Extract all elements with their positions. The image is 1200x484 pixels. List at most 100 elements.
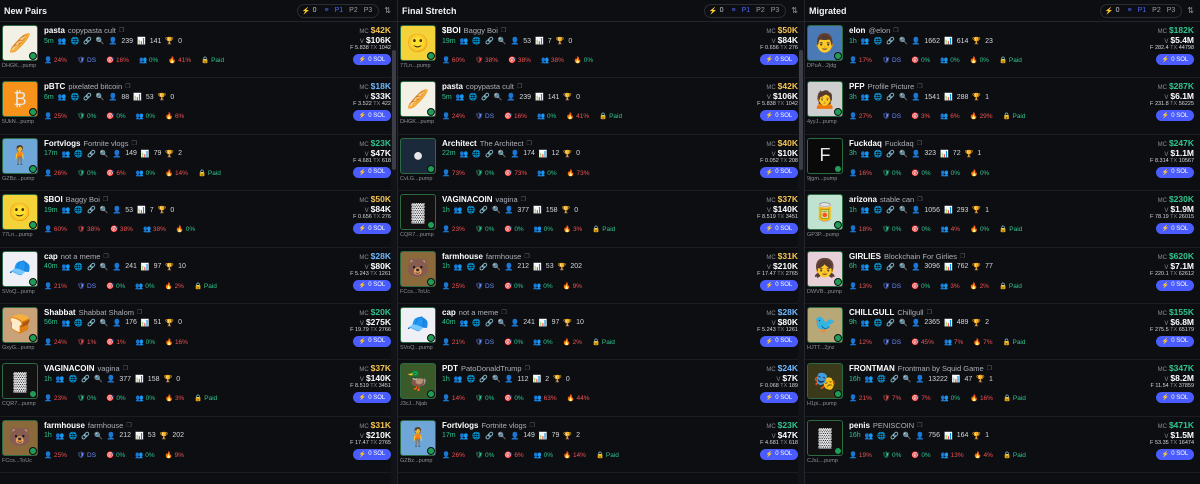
copy-icon[interactable]: ❐ [137,309,142,316]
sort-icon[interactable]: ⇅ [384,6,391,15]
search-icon[interactable]: 🔍 [100,319,109,327]
search-icon[interactable]: 🔍 [903,432,912,440]
globe-icon[interactable]: 🌐 [472,150,481,158]
token-card[interactable]: 🐦 HJTT...2jnz CHILLGULL Chillgull ❐ 9h 👥 🌐 🔗 🔍 👤 23… [805,304,1200,361]
globe-icon[interactable]: 🌐 [70,93,79,101]
quick-buy-button[interactable]: ⚡ 0 SOL [760,166,798,178]
token-card[interactable]: 🥖 DHGK...pump pasta copypasta cult ❐ 5m 👥 🌐 🔗 🔍 👤 2… [398,78,804,135]
token-address[interactable]: GP3P...pump [807,232,851,238]
link-icon[interactable]: 🔗 [485,150,494,158]
preset-p1[interactable]: P1 [740,7,753,14]
filter-icon[interactable]: ≡ [1128,7,1132,14]
copy-icon[interactable]: ❐ [521,196,526,203]
search-icon[interactable]: 🔍 [96,93,105,101]
copy-icon[interactable]: ❐ [119,27,124,34]
preset-p2[interactable]: P2 [754,7,767,14]
copy-icon[interactable]: ❐ [529,422,534,429]
token-card[interactable]: 🧢 SVoQ...pump cap not a meme ❐ 40m 👥 🌐 🔗 🔍 👤 241 📊 97… [0,248,397,304]
token-card[interactable]: 🦆 J3cJ...Njab PDT PatoDonaldTrump ❐ 1h 👥 🌐 🔗 🔍 👤 11… [398,360,804,417]
token-address[interactable]: 77Ln...pump [400,63,444,69]
search-icon[interactable]: 🔍 [100,150,109,158]
quick-buy-button[interactable]: ⚡ 0 SOL [353,54,391,65]
copy-icon[interactable]: ❐ [525,365,530,372]
link-icon[interactable]: 🔗 [886,150,895,158]
copy-icon[interactable]: ❐ [131,140,136,147]
token-image[interactable]: 🧢 [400,306,436,343]
quick-buy-button[interactable]: ⚡ 0 SOL [760,110,798,122]
globe-icon[interactable]: 🌐 [468,93,477,101]
token-card[interactable]: ▓ CJsL...pump penis PENISCOIN ❐ 16h 👥 🌐 🔗 🔍 👤 756 📊 1… [805,417,1200,474]
token-image[interactable]: 🐦 [807,306,843,343]
token-address[interactable]: 77Ln...pump [2,232,46,238]
link-icon[interactable]: 🔗 [81,375,90,383]
token-address[interactable]: CJsL...pump [807,458,851,464]
link-icon[interactable]: 🔗 [479,375,488,383]
quick-buy-button[interactable]: ⚡ 0 SOL [1156,166,1194,178]
token-image[interactable]: 🎭 [807,363,843,400]
quick-buy-button[interactable]: ⚡ 0 SOL [353,166,391,178]
quick-buy-amount[interactable]: 0 [313,7,317,14]
quick-buy-button[interactable]: ⚡ 0 SOL [760,279,798,291]
quick-buy-button[interactable]: ⚡ 0 SOL [1156,335,1194,347]
preset-p2[interactable]: P2 [1150,7,1163,14]
token-card[interactable]: 🐻 FCcs...ToUc farmhouse farmhouse ❐ 1h 👥 🌐 🔗 🔍 👤 21… [0,417,397,474]
token-image[interactable]: 🧢 [2,250,38,287]
quick-buy-button[interactable]: ⚡ 0 SOL [1156,223,1194,235]
copy-icon[interactable]: ❐ [501,27,506,34]
token-address[interactable]: DHGK...pump [2,63,46,69]
preset-p3[interactable]: P3 [362,7,375,14]
search-icon[interactable]: 🔍 [94,432,103,440]
sort-icon[interactable]: ⇅ [1187,6,1194,15]
token-image[interactable]: 🙂 [2,194,38,231]
copy-icon[interactable]: ❐ [524,253,529,260]
globe-icon[interactable]: 🌐 [472,37,481,45]
token-card[interactable]: ▓ CQR7...pump VAGINACOIN vagina ❐ 1h 👥 🌐 🔗 🔍 👤 377 📊… [0,360,397,417]
link-icon[interactable]: 🔗 [886,319,895,327]
token-image[interactable]: 🐻 [2,419,38,456]
link-icon[interactable]: 🔗 [83,37,92,45]
search-icon[interactable]: 🔍 [899,206,908,214]
quick-buy-button[interactable]: ⚡ 0 SOL [1156,54,1194,65]
copy-icon[interactable]: ❐ [125,83,130,90]
token-address[interactable]: FCcs...ToUc [2,458,46,464]
token-card[interactable]: F 9jgm...pump Fuckdaq Fuckdaq ❐ 3h 👥 🌐 🔗 🔍 👤 323 📊 72… [805,135,1200,192]
token-image[interactable]: 👨 [807,25,843,61]
token-address[interactable]: SVoQ...pump [2,289,46,295]
scrollbar-thumb[interactable] [392,50,396,170]
scrollbar[interactable] [798,22,804,484]
quick-buy-button[interactable]: ⚡ 0 SOL [760,448,798,460]
quick-buy-button[interactable]: ⚡ 0 SOL [353,279,391,291]
token-card[interactable]: 🍞 GxyG...pump Shabbat Shabbat Shalom ❐ 56m 👥 🌐 🔗… [0,304,397,361]
globe-icon[interactable]: 🌐 [74,150,83,158]
token-card[interactable]: 🧍 GZBz...pump Fortvlogs Fortnite vlogs ❐ 17m 👥… [398,417,804,474]
globe-icon[interactable]: 🌐 [74,319,83,327]
copy-icon[interactable]: ❐ [126,422,131,429]
search-icon[interactable]: 🔍 [96,37,105,45]
sort-icon[interactable]: ⇅ [791,6,798,15]
token-card[interactable]: ▓ CQR7...pump VAGINACOIN vagina ❐ 1h 👥 🌐 🔗 🔍 👤 377 📊… [398,191,804,248]
token-address[interactable]: GZBz...pump [2,176,46,182]
token-address[interactable]: 5UkN...pump [2,119,46,125]
globe-icon[interactable]: 🌐 [74,206,83,214]
globe-icon[interactable]: 🌐 [472,432,481,440]
search-icon[interactable]: 🔍 [498,432,507,440]
token-address[interactable]: HJTT...2jnz [807,345,851,351]
globe-icon[interactable]: 🌐 [874,37,883,45]
preset-p2[interactable]: P2 [347,7,360,14]
filter-icon[interactable]: ≡ [325,7,329,14]
link-icon[interactable]: 🔗 [87,263,96,271]
link-icon[interactable]: 🔗 [890,432,899,440]
search-icon[interactable]: 🔍 [899,93,908,101]
link-icon[interactable]: 🔗 [87,150,96,158]
token-address[interactable]: DPuA...2jdg [807,63,851,69]
token-address[interactable]: GZBz...pump [400,458,444,464]
filter-icon[interactable]: ≡ [732,7,736,14]
link-icon[interactable]: 🔗 [485,319,494,327]
globe-icon[interactable]: 🌐 [874,206,883,214]
quick-buy-button[interactable]: ⚡ 0 SOL [760,223,798,235]
link-icon[interactable]: 🔗 [485,37,494,45]
copy-icon[interactable]: ❐ [526,140,531,147]
globe-icon[interactable]: 🌐 [467,375,476,383]
copy-icon[interactable]: ❐ [960,253,965,260]
scrollbar-thumb[interactable] [799,50,803,170]
